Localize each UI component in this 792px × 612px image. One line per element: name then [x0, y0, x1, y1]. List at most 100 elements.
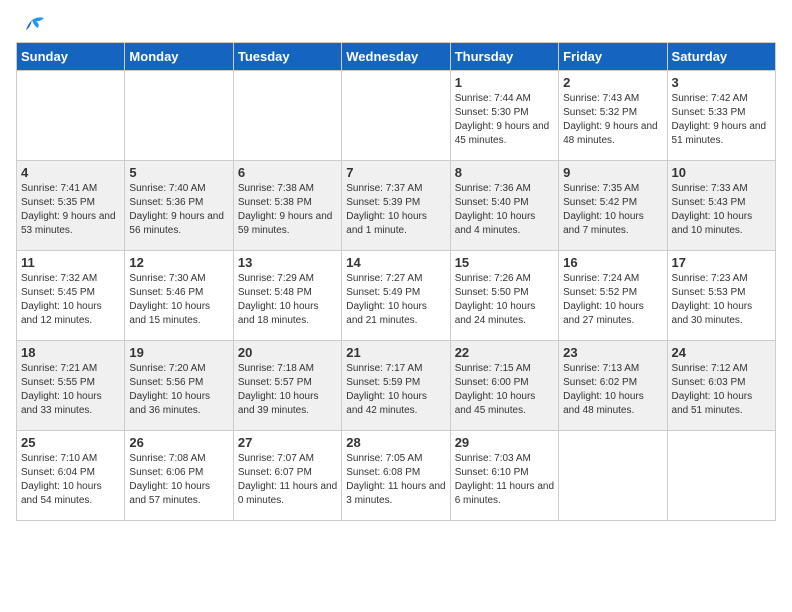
day-cell: 27Sunrise: 7:07 AM Sunset: 6:07 PM Dayli… [233, 431, 341, 521]
day-info: Sunrise: 7:40 AM Sunset: 5:36 PM Dayligh… [129, 182, 228, 238]
week-row-2: 11 Sunrise: 7:32 AM Sunset: 5:45 PM Dayli… [17, 251, 776, 341]
logo-bird-icon [18, 16, 46, 38]
day-info: Sunrise: 7:13 AM Sunset: 6:02 PM Dayligh… [563, 362, 662, 418]
day-number: 26 [129, 435, 228, 450]
day-cell: 7 Sunrise: 7:37 AM Sunset: 5:39 PM Daylig… [342, 161, 450, 251]
day-cell: 20Sunrise: 7:18 AM Sunset: 5:57 PM Dayli… [233, 341, 341, 431]
day-cell: 12 Sunrise: 7:30 AM Sunset: 5:46 PM Dayli… [125, 251, 233, 341]
day-cell: 16 Sunrise: 7:24 AM Sunset: 5:52 PM Dayli… [559, 251, 667, 341]
day-cell: 9 Sunrise: 7:35 AM Sunset: 5:42 PM Daylig… [559, 161, 667, 251]
logo [16, 16, 46, 34]
day-number: 14 [346, 255, 445, 270]
day-number: 16 [563, 255, 662, 270]
day-info: Sunrise: 7:26 AM Sunset: 5:50 PM Dayligh… [455, 272, 554, 328]
day-info: Sunrise: 7:33 AM Sunset: 5:43 PM Dayligh… [672, 182, 771, 238]
calendar-body: 1 Sunrise: 7:44 AM Sunset: 5:30 PM Daylig… [17, 71, 776, 521]
col-saturday: Saturday [667, 43, 775, 71]
day-number: 13 [238, 255, 337, 270]
day-info: Sunrise: 7:18 AM Sunset: 5:57 PM Dayligh… [238, 362, 337, 418]
day-info: Sunrise: 7:37 AM Sunset: 5:39 PM Dayligh… [346, 182, 445, 238]
day-cell: 4Sunrise: 7:41 AM Sunset: 5:35 PM Daylig… [17, 161, 125, 251]
day-info: Sunrise: 7:44 AM Sunset: 5:30 PM Dayligh… [455, 92, 554, 148]
day-info: Sunrise: 7:08 AM Sunset: 6:06 PM Dayligh… [129, 452, 228, 508]
week-row-3: 18 Sunrise: 7:21 AM Sunset: 5:55 PM Dayli… [17, 341, 776, 431]
day-cell: 23 Sunrise: 7:13 AM Sunset: 6:02 PM Dayli… [559, 341, 667, 431]
day-cell: 6 Sunrise: 7:38 AM Sunset: 5:38 PM Daylig… [233, 161, 341, 251]
col-monday: Monday [125, 43, 233, 71]
day-cell: 29Sunrise: 7:03 AM Sunset: 6:10 PM Dayli… [450, 431, 558, 521]
day-number: 21 [346, 345, 445, 360]
col-friday: Friday [559, 43, 667, 71]
day-cell [125, 71, 233, 161]
day-info: Sunrise: 7:17 AM Sunset: 5:59 PM Dayligh… [346, 362, 445, 418]
day-cell: 21 Sunrise: 7:17 AM Sunset: 5:59 PM Dayli… [342, 341, 450, 431]
day-cell: 22 Sunrise: 7:15 AM Sunset: 6:00 PM Dayli… [450, 341, 558, 431]
day-info: Sunrise: 7:03 AM Sunset: 6:10 PM Dayligh… [455, 452, 554, 508]
col-tuesday: Tuesday [233, 43, 341, 71]
day-number: 18 [21, 345, 120, 360]
day-info: Sunrise: 7:10 AM Sunset: 6:04 PM Dayligh… [21, 452, 120, 508]
day-cell: 1 Sunrise: 7:44 AM Sunset: 5:30 PM Daylig… [450, 71, 558, 161]
day-cell: 13 Sunrise: 7:29 AM Sunset: 5:48 PM Dayli… [233, 251, 341, 341]
day-cell: 17 Sunrise: 7:23 AM Sunset: 5:53 PM Dayli… [667, 251, 775, 341]
day-cell: 24 Sunrise: 7:12 AM Sunset: 6:03 PM Dayli… [667, 341, 775, 431]
day-number: 28 [346, 435, 445, 450]
col-wednesday: Wednesday [342, 43, 450, 71]
day-number: 7 [346, 165, 445, 180]
day-info: Sunrise: 7:23 AM Sunset: 5:53 PM Dayligh… [672, 272, 771, 328]
day-info: Sunrise: 7:38 AM Sunset: 5:38 PM Dayligh… [238, 182, 337, 238]
day-cell: 3 Sunrise: 7:42 AM Sunset: 5:33 PM Daylig… [667, 71, 775, 161]
day-info: Sunrise: 7:12 AM Sunset: 6:03 PM Dayligh… [672, 362, 771, 418]
day-number: 5 [129, 165, 228, 180]
day-cell: 18 Sunrise: 7:21 AM Sunset: 5:55 PM Dayli… [17, 341, 125, 431]
day-cell: 2Sunrise: 7:43 AM Sunset: 5:32 PM Daylig… [559, 71, 667, 161]
day-info: Sunrise: 7:24 AM Sunset: 5:52 PM Dayligh… [563, 272, 662, 328]
calendar-table: Sunday Monday Tuesday Wednesday Thursday… [16, 42, 776, 521]
day-number: 25 [21, 435, 120, 450]
day-number: 12 [129, 255, 228, 270]
day-info: Sunrise: 7:35 AM Sunset: 5:42 PM Dayligh… [563, 182, 662, 238]
day-cell: 28Sunrise: 7:05 AM Sunset: 6:08 PM Dayli… [342, 431, 450, 521]
col-sunday: Sunday [17, 43, 125, 71]
day-info: Sunrise: 7:15 AM Sunset: 6:00 PM Dayligh… [455, 362, 554, 418]
day-number: 17 [672, 255, 771, 270]
day-cell: 14 Sunrise: 7:27 AM Sunset: 5:49 PM Dayli… [342, 251, 450, 341]
day-cell: 5 Sunrise: 7:40 AM Sunset: 5:36 PM Daylig… [125, 161, 233, 251]
day-number: 22 [455, 345, 554, 360]
col-thursday: Thursday [450, 43, 558, 71]
day-number: 9 [563, 165, 662, 180]
day-cell: 11 Sunrise: 7:32 AM Sunset: 5:45 PM Dayli… [17, 251, 125, 341]
day-cell: 26 Sunrise: 7:08 AM Sunset: 6:06 PM Dayli… [125, 431, 233, 521]
day-number: 2 [563, 75, 662, 90]
day-info: Sunrise: 7:42 AM Sunset: 5:33 PM Dayligh… [672, 92, 771, 148]
day-cell [233, 71, 341, 161]
day-cell [342, 71, 450, 161]
day-number: 24 [672, 345, 771, 360]
day-cell [17, 71, 125, 161]
day-number: 19 [129, 345, 228, 360]
page-header [16, 16, 776, 34]
day-number: 27 [238, 435, 337, 450]
day-number: 4 [21, 165, 120, 180]
day-cell [667, 431, 775, 521]
day-number: 11 [21, 255, 120, 270]
day-number: 23 [563, 345, 662, 360]
day-cell: 15 Sunrise: 7:26 AM Sunset: 5:50 PM Dayli… [450, 251, 558, 341]
day-number: 10 [672, 165, 771, 180]
week-row-0: 1 Sunrise: 7:44 AM Sunset: 5:30 PM Daylig… [17, 71, 776, 161]
day-info: Sunrise: 7:21 AM Sunset: 5:55 PM Dayligh… [21, 362, 120, 418]
day-number: 3 [672, 75, 771, 90]
day-info: Sunrise: 7:30 AM Sunset: 5:46 PM Dayligh… [129, 272, 228, 328]
day-info: Sunrise: 7:32 AM Sunset: 5:45 PM Dayligh… [21, 272, 120, 328]
day-number: 6 [238, 165, 337, 180]
day-info: Sunrise: 7:27 AM Sunset: 5:49 PM Dayligh… [346, 272, 445, 328]
day-cell: 8Sunrise: 7:36 AM Sunset: 5:40 PM Daylig… [450, 161, 558, 251]
day-number: 15 [455, 255, 554, 270]
day-info: Sunrise: 7:29 AM Sunset: 5:48 PM Dayligh… [238, 272, 337, 328]
day-cell: 25 Sunrise: 7:10 AM Sunset: 6:04 PM Dayli… [17, 431, 125, 521]
header-row: Sunday Monday Tuesday Wednesday Thursday… [17, 43, 776, 71]
day-number: 1 [455, 75, 554, 90]
week-row-1: 4Sunrise: 7:41 AM Sunset: 5:35 PM Daylig… [17, 161, 776, 251]
day-cell [559, 431, 667, 521]
day-number: 8 [455, 165, 554, 180]
